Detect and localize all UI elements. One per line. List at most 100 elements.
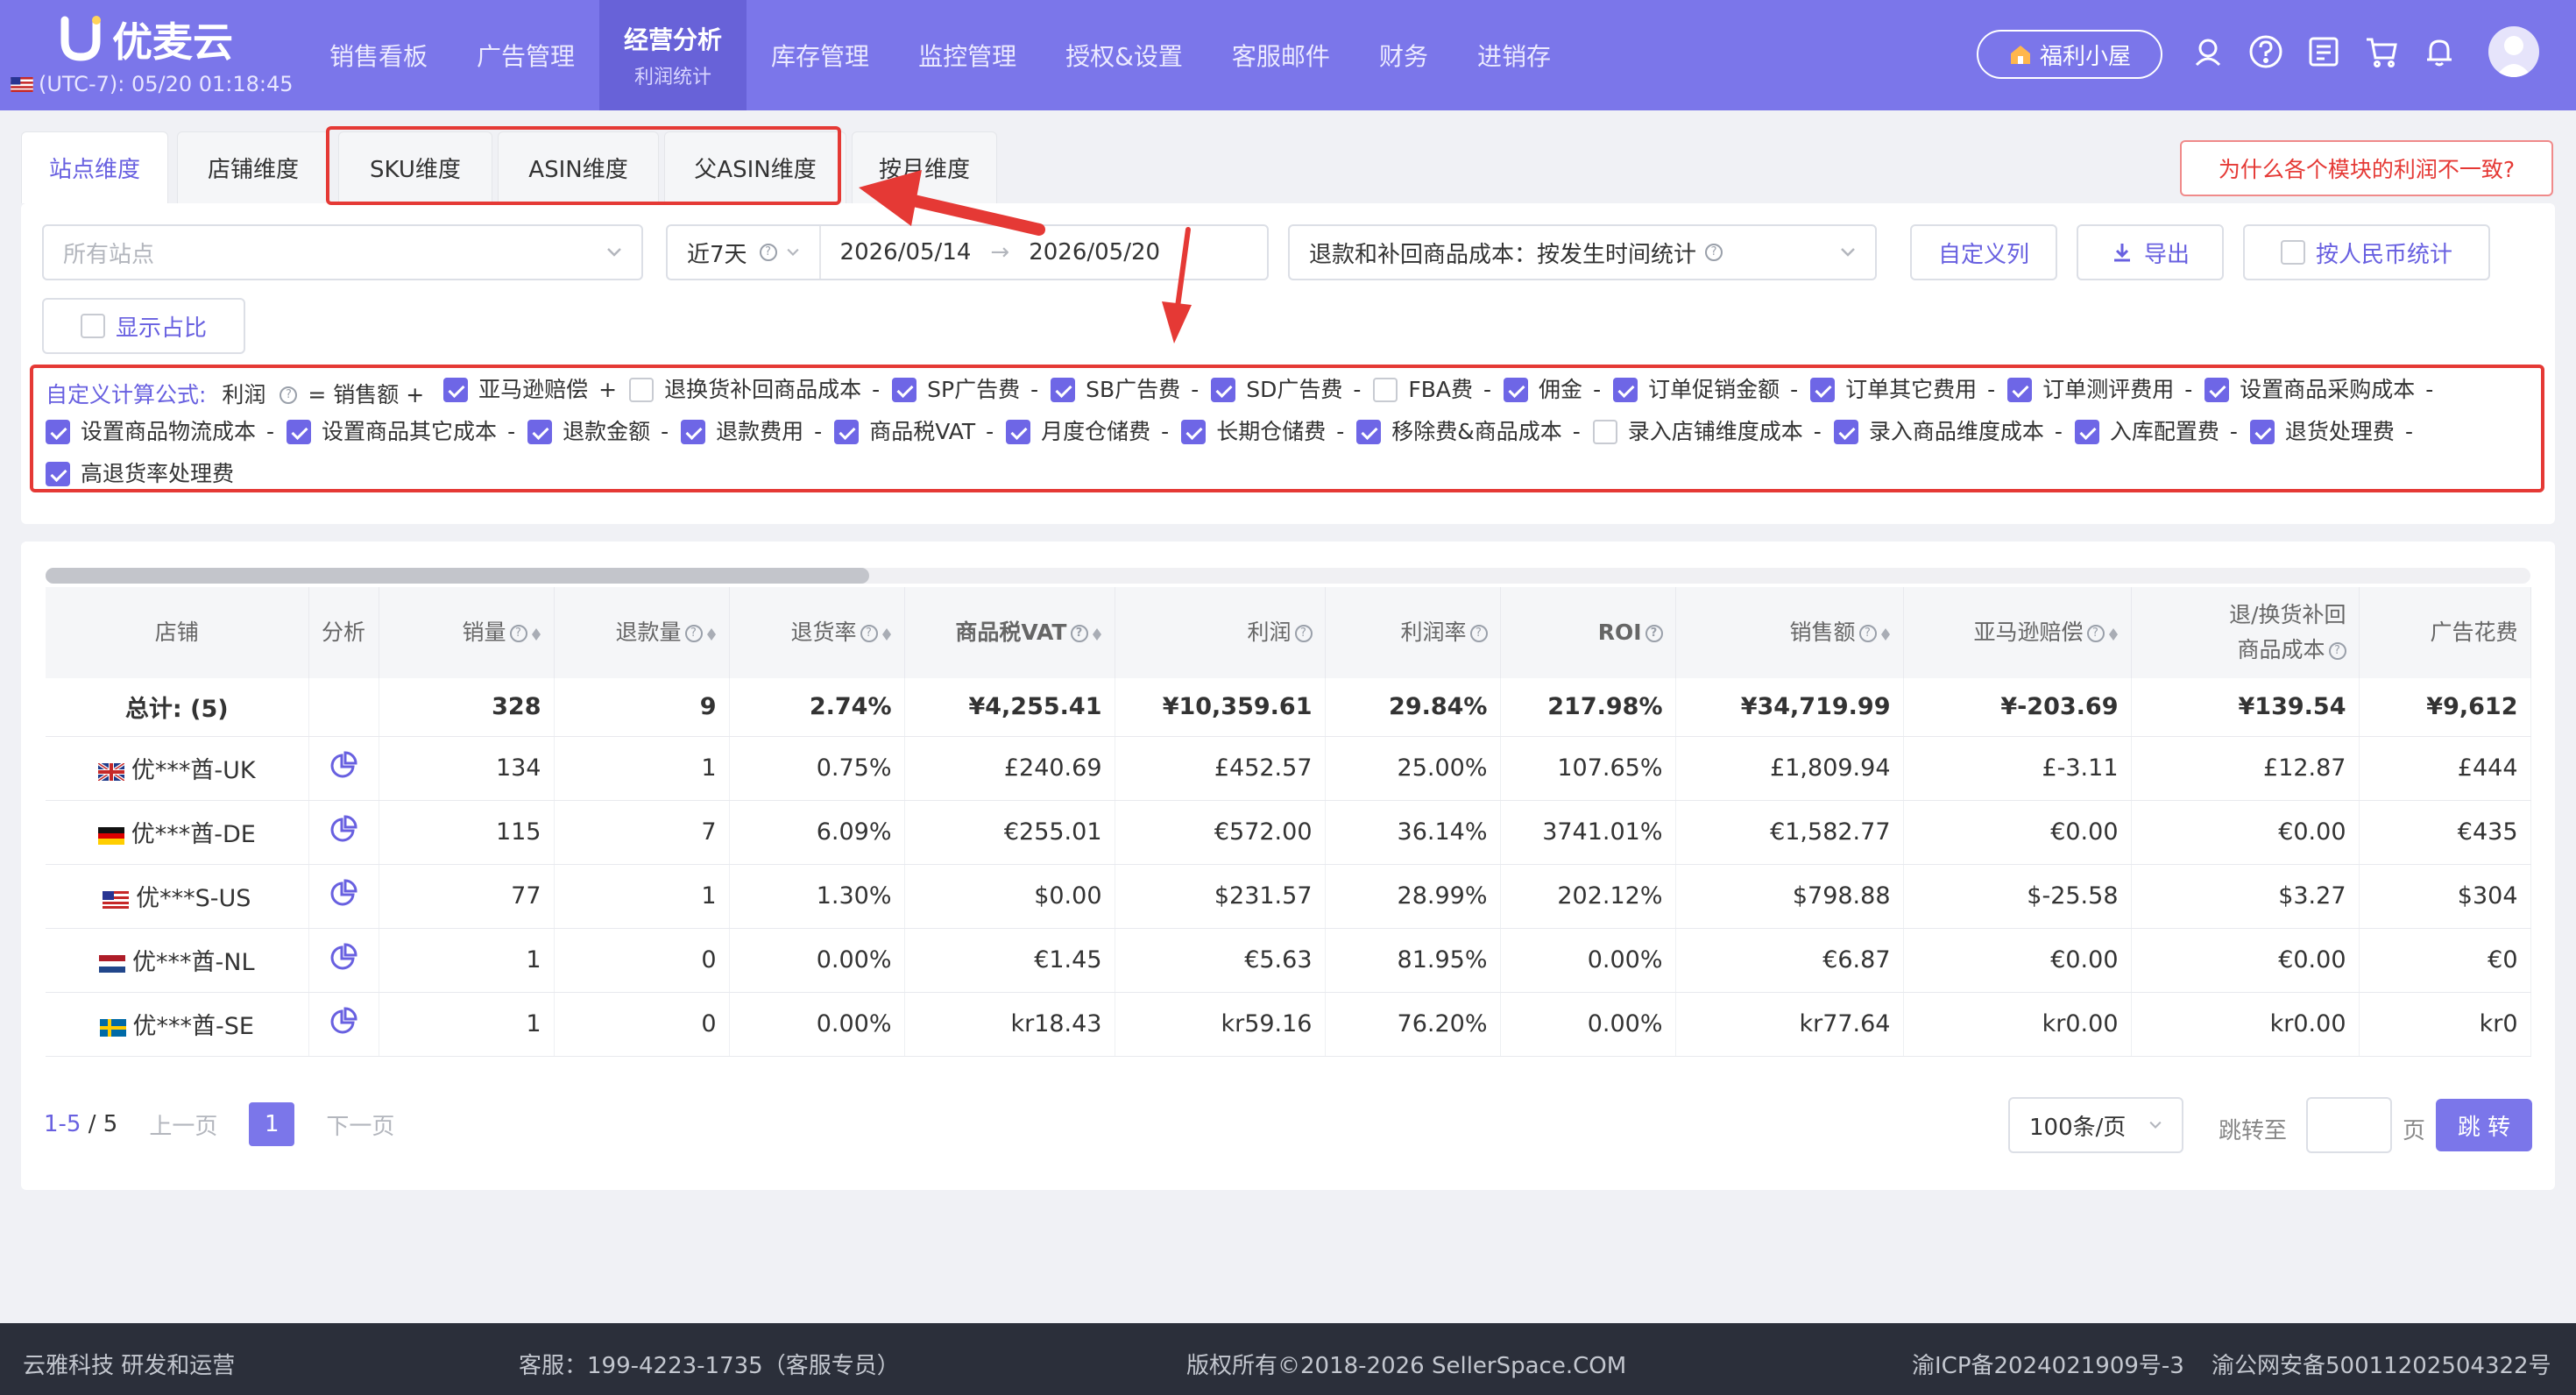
formula-checkbox[interactable] xyxy=(1613,378,1638,402)
table-row[interactable]: 优***酋-DE 115 7 6.09% €255.01 €572.00 36.14% 374… xyxy=(46,800,2531,865)
help-icon[interactable]: ? xyxy=(2086,625,2105,642)
formula-checkbox[interactable] xyxy=(1211,378,1236,402)
help-icon[interactable]: ? xyxy=(1858,625,1877,642)
formula-term[interactable]: 长期仓储费 - xyxy=(1181,414,1344,450)
table-cell: 328 xyxy=(379,678,555,737)
formula-term[interactable]: 入库配置费 - xyxy=(2074,414,2238,450)
formula-term[interactable]: FBA费 - xyxy=(1373,372,1491,408)
formula-term[interactable]: 退款费用 - xyxy=(681,414,822,450)
formula-checkbox[interactable] xyxy=(681,420,706,444)
footer-icp[interactable]: 渝ICP备2024021909号-3 xyxy=(1912,1348,2184,1380)
analysis-pie-icon[interactable] xyxy=(329,1007,357,1035)
jump-page-input[interactable] xyxy=(2306,1097,2392,1153)
table-cell: 3741.01% xyxy=(1500,800,1676,865)
table-row[interactable]: 优***酋-UK 134 1 0.75% £240.69 £452.57 25.00% 107… xyxy=(46,736,2531,801)
formula-checkbox[interactable] xyxy=(2204,378,2230,402)
scrollbar-thumb[interactable] xyxy=(46,568,869,584)
help-icon[interactable]: ? xyxy=(1294,625,1313,642)
sort-icon[interactable] xyxy=(531,624,541,643)
formula-checkbox[interactable] xyxy=(629,378,655,402)
formula-term[interactable]: 订单其它费用 - xyxy=(1810,372,1995,408)
column-header[interactable]: 销量? xyxy=(379,587,555,678)
help-icon[interactable]: ? xyxy=(1469,625,1488,642)
formula-checkbox[interactable] xyxy=(46,462,70,486)
formula-checkbox[interactable] xyxy=(2007,378,2033,402)
formula-term[interactable]: 录入商品维度成本 - xyxy=(1833,414,2063,450)
jump-button[interactable]: 跳 转 xyxy=(2436,1099,2532,1151)
formula-checkbox[interactable] xyxy=(46,420,70,444)
formula-checkbox[interactable] xyxy=(1373,378,1398,402)
prev-page-button[interactable]: 上一页 xyxy=(149,1108,217,1141)
formula-term[interactable]: SB广告费 - xyxy=(1051,372,1199,408)
analysis-cell[interactable] xyxy=(308,928,379,993)
page-1-button[interactable]: 1 xyxy=(249,1102,295,1146)
formula-checkbox[interactable] xyxy=(892,378,917,402)
analysis-pie-icon[interactable] xyxy=(329,751,357,779)
table-row[interactable]: 优***酋-NL 1 0 0.00% €1.45 €5.63 81.95% 0.00% €6.8… xyxy=(46,928,2531,993)
formula-term[interactable]: SD广告费 - xyxy=(1211,372,1361,408)
formula-term[interactable]: 退货处理费 - xyxy=(2249,414,2413,450)
help-icon[interactable]: ? xyxy=(2328,642,2346,660)
column-header[interactable]: 退款量? xyxy=(554,587,730,678)
formula-term[interactable]: 月度仓储费 - xyxy=(1006,414,1169,450)
analysis-pie-icon[interactable] xyxy=(329,879,357,907)
formula-checkbox[interactable] xyxy=(1504,378,1529,402)
formula-checkbox[interactable] xyxy=(2249,420,2275,444)
column-header[interactable]: 亚马逊赔偿? xyxy=(1903,587,2132,678)
formula-term[interactable]: SP广告费 - xyxy=(892,372,1038,408)
formula-checkbox[interactable] xyxy=(1356,420,1382,444)
formula-term[interactable]: 高退货率处理费 xyxy=(46,456,234,492)
sort-icon[interactable] xyxy=(1092,624,1102,643)
analysis-cell[interactable] xyxy=(308,864,379,929)
help-icon[interactable]: ? xyxy=(1070,625,1088,642)
formula-term[interactable]: 佣金 - xyxy=(1504,372,1601,408)
formula-checkbox[interactable] xyxy=(1810,378,1836,402)
formula-term[interactable]: 设置商品物流成本 - xyxy=(46,414,274,450)
formula-checkbox[interactable] xyxy=(443,378,469,402)
formula-term-label: 订单其它费用 xyxy=(1845,377,1978,402)
analysis-cell[interactable] xyxy=(308,800,379,865)
formula-checkbox[interactable] xyxy=(527,420,553,444)
sort-icon[interactable] xyxy=(2108,624,2119,643)
analysis-pie-icon[interactable] xyxy=(329,815,357,843)
help-icon[interactable]: ? xyxy=(860,625,878,642)
column-header[interactable]: 商品税VAT? xyxy=(904,587,1115,678)
table-cell: kr0.00 xyxy=(1903,992,2132,1057)
help-icon[interactable]: ? xyxy=(1645,625,1663,642)
formula-term[interactable]: 退换货补回商品成本 - xyxy=(629,372,880,408)
help-icon[interactable]: ? xyxy=(684,625,703,642)
sort-icon[interactable] xyxy=(706,624,717,643)
formula-checkbox[interactable] xyxy=(287,420,312,444)
help-icon[interactable]: ? xyxy=(509,625,527,642)
table-row[interactable]: 优***酋-SE 1 0 0.00% kr18.43 kr59.16 76.20% 0.00%… xyxy=(46,992,2531,1057)
formula-checkbox[interactable] xyxy=(1833,420,1858,444)
formula-term[interactable]: 录入店铺维度成本 - xyxy=(1592,414,1822,450)
table-cell: €6.87 xyxy=(1675,928,1904,993)
formula-checkbox[interactable] xyxy=(2074,420,2099,444)
formula-term[interactable]: 退款金额 - xyxy=(527,414,669,450)
analysis-cell[interactable] xyxy=(308,736,379,801)
sort-icon[interactable] xyxy=(1880,624,1891,643)
formula-term[interactable]: 设置商品其它成本 - xyxy=(287,414,515,450)
analysis-pie-icon[interactable] xyxy=(329,943,357,971)
formula-term[interactable]: 订单促销金额 - xyxy=(1613,372,1798,408)
column-header[interactable]: 退货率? xyxy=(729,587,905,678)
footer-police[interactable]: 渝公网安备50011202504322号 xyxy=(2212,1348,2551,1380)
formula-checkbox[interactable] xyxy=(1592,420,1617,444)
formula-term[interactable]: 商品税VAT - xyxy=(834,414,994,450)
next-page-button[interactable]: 下一页 xyxy=(326,1108,394,1141)
formula-term[interactable]: 亚马逊赔偿 + xyxy=(443,372,617,408)
formula-checkbox[interactable] xyxy=(1006,420,1031,444)
formula-checkbox[interactable] xyxy=(1181,420,1207,444)
page-size-select[interactable]: 100条/页 xyxy=(2008,1097,2183,1153)
formula-term[interactable]: 移除费&商品成本 - xyxy=(1356,414,1581,450)
sort-icon[interactable] xyxy=(881,624,892,643)
column-header[interactable]: 销售额? xyxy=(1675,587,1904,678)
formula-checkbox[interactable] xyxy=(834,420,860,444)
column-label-line2: 商品成本 xyxy=(2237,637,2325,662)
table-row[interactable]: 优***S-US 77 1 1.30% $0.00 $231.57 28.99% 202.12… xyxy=(46,864,2531,929)
analysis-cell[interactable] xyxy=(308,992,379,1057)
formula-term[interactable]: 设置商品采购成本 - xyxy=(2204,372,2433,408)
formula-term[interactable]: 订单测评费用 - xyxy=(2007,372,2192,408)
formula-checkbox[interactable] xyxy=(1051,378,1076,402)
